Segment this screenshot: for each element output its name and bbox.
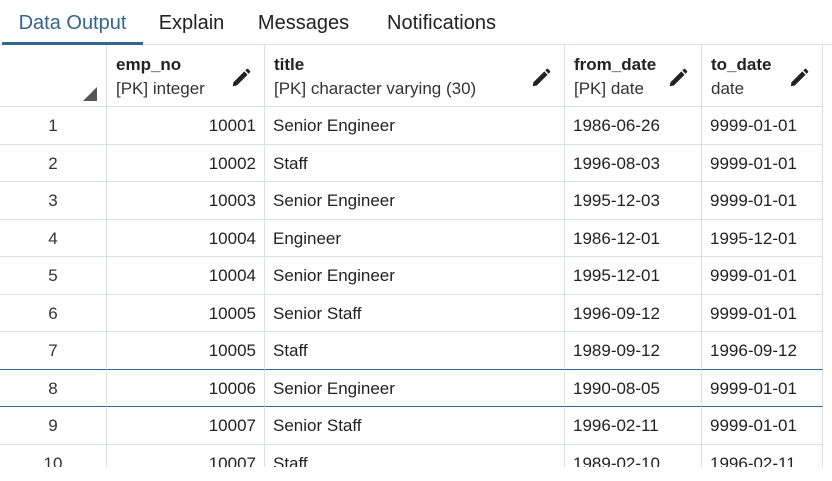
table-row[interactable]: 7 10005 Staff 1989-09-12 1996-09-12 [0, 332, 832, 370]
column-header-emp-no[interactable]: emp_no [PK] integer [107, 45, 265, 107]
cell-title[interactable]: Staff [265, 444, 565, 467]
cell-title[interactable]: Senior Engineer [265, 257, 565, 295]
column-type: date [711, 79, 745, 98]
pencil-icon[interactable] [667, 67, 689, 89]
cell-title[interactable]: Senior Staff [265, 294, 565, 332]
column-name: title [274, 55, 305, 74]
table-row[interactable]: 3 10003 Senior Engineer 1995-12-03 9999-… [0, 182, 832, 220]
tab-messages[interactable]: Messages [240, 0, 367, 45]
cell-emp-no[interactable]: 10006 [107, 369, 265, 407]
column-header-to-date[interactable]: to_date date [702, 45, 823, 107]
row-index[interactable]: 1 [0, 107, 107, 145]
column-type: [PK] character varying (30) [274, 79, 477, 98]
table-row[interactable]: 1 10001 Senior Engineer 1986-06-26 9999-… [0, 107, 832, 145]
column-name: to_date [711, 55, 772, 74]
column-type: [PK] date [574, 79, 644, 98]
table-row-selected[interactable]: 8 10006 Senior Engineer 1990-08-05 9999-… [0, 369, 832, 407]
table-row[interactable]: 9 10007 Senior Staff 1996-02-11 9999-01-… [0, 407, 832, 445]
cell-from-date[interactable]: 1989-02-10 [565, 444, 702, 467]
row-index[interactable]: 9 [0, 407, 107, 445]
cell-title[interactable]: Senior Engineer [265, 107, 565, 145]
cell-title[interactable]: Engineer [265, 219, 565, 257]
cell-emp-no[interactable]: 10004 [107, 257, 265, 295]
row-index[interactable]: 7 [0, 332, 107, 370]
cell-to-date[interactable]: 1996-02-11 [702, 444, 823, 467]
row-index[interactable]: 6 [0, 294, 107, 332]
table-row[interactable]: 10 10007 Staff 1989-02-10 1996-02-11 [0, 444, 832, 467]
column-name: emp_no [116, 55, 182, 74]
row-index[interactable]: 3 [0, 182, 107, 220]
cell-title[interactable]: Senior Staff [265, 407, 565, 445]
cell-emp-no[interactable]: 10004 [107, 219, 265, 257]
pencil-icon[interactable] [788, 67, 810, 89]
pencil-icon[interactable] [230, 67, 252, 89]
cell-title[interactable]: Staff [265, 332, 565, 370]
cell-from-date[interactable]: 1995-12-01 [565, 257, 702, 295]
pencil-icon[interactable] [530, 67, 552, 89]
column-header-from-date[interactable]: from_date [PK] date [565, 45, 702, 107]
row-index[interactable]: 4 [0, 219, 107, 257]
cell-to-date[interactable]: 9999-01-01 [702, 257, 823, 295]
data-output-grid: emp_no [PK] integer title [PK] character… [0, 45, 832, 467]
horizontal-scroll-area[interactable] [0, 467, 832, 481]
row-index[interactable]: 2 [0, 144, 107, 182]
cell-to-date[interactable]: 1995-12-01 [702, 219, 823, 257]
cell-emp-no[interactable]: 10005 [107, 294, 265, 332]
cell-emp-no[interactable]: 10001 [107, 107, 265, 145]
row-index[interactable]: 8 [0, 369, 107, 407]
cell-from-date[interactable]: 1996-09-12 [565, 294, 702, 332]
table-row[interactable]: 4 10004 Engineer 1986-12-01 1995-12-01 [0, 219, 832, 257]
cell-emp-no[interactable]: 10005 [107, 332, 265, 370]
result-tabs: Data Output Explain Messages Notificatio… [0, 0, 832, 45]
table-row[interactable]: 5 10004 Senior Engineer 1995-12-01 9999-… [0, 257, 832, 295]
corner-triangle-icon [83, 87, 97, 101]
cell-title[interactable]: Staff [265, 144, 565, 182]
cell-to-date[interactable]: 9999-01-01 [702, 144, 823, 182]
cell-from-date[interactable]: 1989-09-12 [565, 332, 702, 370]
cell-to-date[interactable]: 9999-01-01 [702, 369, 823, 407]
column-name: from_date [574, 55, 657, 74]
table-row[interactable]: 2 10002 Staff 1996-08-03 9999-01-01 [0, 144, 832, 182]
cell-emp-no[interactable]: 10003 [107, 182, 265, 220]
cell-from-date[interactable]: 1986-12-01 [565, 219, 702, 257]
table-row[interactable]: 6 10005 Senior Staff 1996-09-12 9999-01-… [0, 294, 832, 332]
row-index[interactable]: 10 [0, 444, 107, 467]
column-header-title[interactable]: title [PK] character varying (30) [265, 45, 565, 107]
tab-data-output[interactable]: Data Output [2, 0, 143, 45]
cell-emp-no[interactable]: 10007 [107, 444, 265, 467]
cell-title[interactable]: Senior Engineer [265, 369, 565, 407]
cell-from-date[interactable]: 1986-06-26 [565, 107, 702, 145]
cell-from-date[interactable]: 1995-12-03 [565, 182, 702, 220]
cell-emp-no[interactable]: 10002 [107, 144, 265, 182]
tab-explain[interactable]: Explain [143, 0, 240, 45]
select-all-corner[interactable] [0, 45, 107, 107]
cell-to-date[interactable]: 9999-01-01 [702, 407, 823, 445]
cell-to-date[interactable]: 9999-01-01 [702, 182, 823, 220]
cell-title[interactable]: Senior Engineer [265, 182, 565, 220]
column-type: [PK] integer [116, 79, 205, 98]
cell-to-date[interactable]: 9999-01-01 [702, 107, 823, 145]
tab-notifications[interactable]: Notifications [367, 0, 516, 45]
cell-from-date[interactable]: 1996-08-03 [565, 144, 702, 182]
cell-from-date[interactable]: 1990-08-05 [565, 369, 702, 407]
cell-from-date[interactable]: 1996-02-11 [565, 407, 702, 445]
row-index[interactable]: 5 [0, 257, 107, 295]
cell-to-date[interactable]: 1996-09-12 [702, 332, 823, 370]
cell-to-date[interactable]: 9999-01-01 [702, 294, 823, 332]
cell-emp-no[interactable]: 10007 [107, 407, 265, 445]
